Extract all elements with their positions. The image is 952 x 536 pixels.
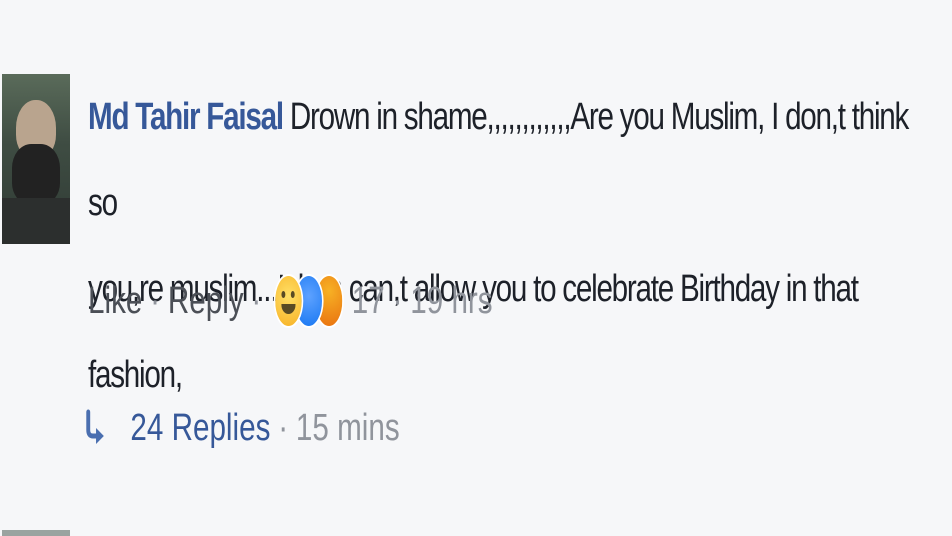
reaction-count[interactable]: 17 bbox=[352, 280, 385, 323]
reply-arrow-icon bbox=[86, 409, 104, 444]
replies-count[interactable]: 24 Replies bbox=[130, 407, 270, 450]
separator: · bbox=[392, 279, 403, 322]
separator: · bbox=[251, 279, 262, 322]
separator: · bbox=[150, 279, 161, 322]
comment-timestamp[interactable]: 19 hrs bbox=[410, 280, 492, 323]
comment-body: Md Tahir Faisal Drown in shame,,,,,,,,,,… bbox=[88, 74, 930, 418]
comment-author[interactable]: Md Tahir Faisal bbox=[88, 96, 284, 138]
avatar-mask bbox=[12, 144, 60, 204]
avatar[interactable] bbox=[2, 74, 70, 244]
comment-line-1: Md Tahir Faisal Drown in shame,,,,,,,,,,… bbox=[88, 74, 930, 246]
avatar-body bbox=[2, 198, 70, 244]
comment: Md Tahir Faisal Drown in shame,,,,,,,,,,… bbox=[0, 74, 952, 396]
view-replies-link[interactable]: 24 Replies · 15 mins bbox=[82, 392, 400, 464]
comment-thread: Md Tahir Faisal Drown in shame,,,,,,,,,,… bbox=[0, 0, 952, 536]
next-comment-avatar[interactable] bbox=[2, 530, 70, 536]
reactions-summary[interactable] bbox=[273, 274, 344, 328]
like-button[interactable]: Like bbox=[88, 280, 142, 323]
replies-timestamp: 15 mins bbox=[295, 406, 400, 449]
separator: · bbox=[278, 406, 289, 449]
comment-actions: Like · Reply · 17 · 19 hrs bbox=[88, 266, 493, 336]
reply-button[interactable]: Reply bbox=[168, 280, 244, 323]
haha-icon bbox=[273, 274, 304, 328]
